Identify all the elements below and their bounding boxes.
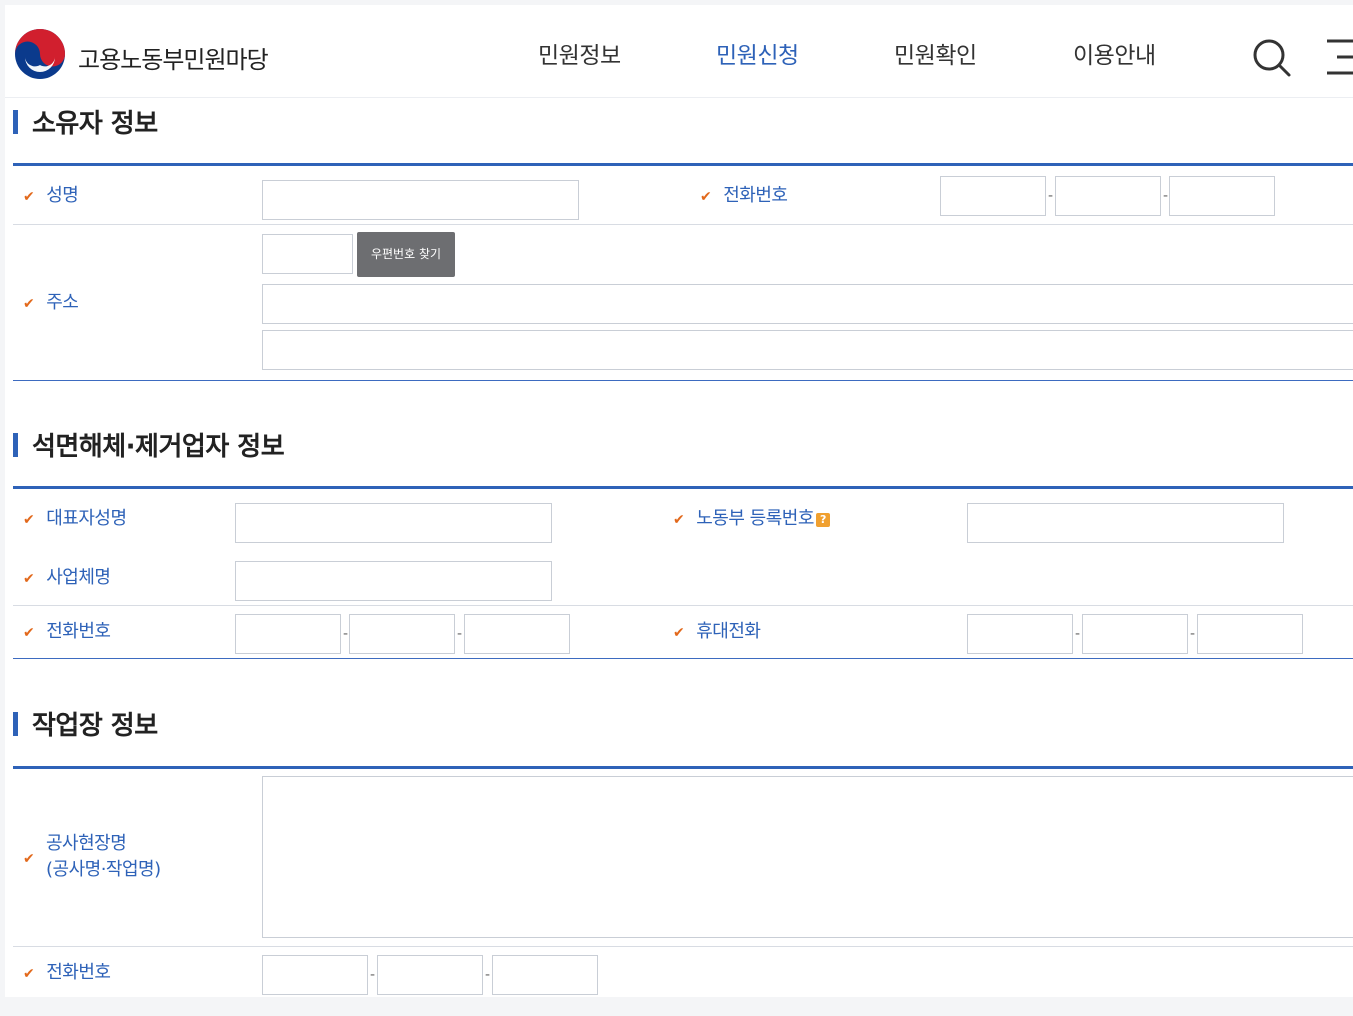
contractor-phone-2-input[interactable] bbox=[349, 614, 455, 654]
contractor-phone-1-input[interactable] bbox=[235, 614, 341, 654]
required-check-icon: ✔ bbox=[23, 851, 35, 867]
address-line1-input[interactable] bbox=[262, 284, 1353, 324]
rep-name-input[interactable] bbox=[235, 503, 552, 543]
phone-separator: - bbox=[457, 626, 463, 642]
required-check-icon: ✔ bbox=[23, 571, 35, 587]
phone-separator: - bbox=[1163, 188, 1169, 204]
required-check-icon: ✔ bbox=[673, 625, 685, 641]
required-check-icon: ✔ bbox=[673, 512, 685, 528]
contractor-section-title: 석면해체·제거업자 정보 bbox=[13, 426, 285, 463]
site-header: 고용노동부민원마당 민원정보 민원신청 민원확인 이용안내 bbox=[5, 5, 1353, 98]
mobile-1-input[interactable] bbox=[967, 614, 1073, 654]
business-name-input[interactable] bbox=[235, 561, 552, 601]
required-check-icon: ✔ bbox=[23, 189, 35, 205]
reg-number-label: ✔ 노동부 등록번호? bbox=[673, 506, 830, 533]
nav-item-apply[interactable]: 민원신청 bbox=[716, 36, 799, 70]
title-bar bbox=[13, 110, 18, 134]
owner-name-input[interactable] bbox=[262, 180, 579, 220]
divider bbox=[13, 486, 1353, 489]
required-check-icon: ✔ bbox=[23, 966, 35, 982]
owner-phone-3-input[interactable] bbox=[1169, 176, 1275, 216]
divider bbox=[13, 658, 1353, 659]
menu-icon[interactable] bbox=[1323, 35, 1353, 79]
phone-separator: - bbox=[370, 967, 376, 983]
divider bbox=[13, 946, 1353, 947]
required-check-icon: ✔ bbox=[23, 512, 35, 528]
required-check-icon: ✔ bbox=[23, 296, 35, 312]
site-name-label: 공사현장명 (공사명·작업명) bbox=[46, 833, 161, 880]
required-check-icon: ✔ bbox=[700, 189, 712, 205]
site-name-check: ✔ bbox=[23, 845, 46, 872]
government-logo-icon[interactable] bbox=[13, 27, 67, 81]
business-name-label: ✔ 사업체명 bbox=[23, 565, 111, 592]
required-check-icon: ✔ bbox=[23, 625, 35, 641]
divider bbox=[13, 163, 1353, 166]
owner-phone-1-input[interactable] bbox=[940, 176, 1046, 216]
worksite-phone-3-input[interactable] bbox=[492, 955, 598, 995]
worksite-phone-1-input[interactable] bbox=[262, 955, 368, 995]
divider bbox=[13, 766, 1353, 769]
worksite-phone-2-input[interactable] bbox=[377, 955, 483, 995]
help-icon[interactable]: ? bbox=[815, 513, 830, 527]
phone-separator: - bbox=[1075, 626, 1081, 642]
title-bar bbox=[13, 433, 18, 457]
nav-item-check[interactable]: 민원확인 bbox=[894, 36, 977, 70]
reg-number-input[interactable] bbox=[967, 503, 1284, 543]
owner-address-label: ✔ 주소 bbox=[23, 290, 79, 317]
find-zipcode-button[interactable]: 우편번호 찾기 bbox=[357, 232, 455, 277]
contractor-phone-3-input[interactable] bbox=[464, 614, 570, 654]
site-name[interactable]: 고용노동부민원마당 bbox=[78, 40, 269, 75]
owner-phone-label: ✔ 전화번호 bbox=[700, 183, 788, 210]
mobile-2-input[interactable] bbox=[1082, 614, 1188, 654]
owner-phone-2-input[interactable] bbox=[1055, 176, 1161, 216]
phone-separator: - bbox=[1190, 626, 1196, 642]
divider bbox=[13, 605, 1353, 606]
contractor-phone-label: ✔ 전화번호 bbox=[23, 619, 111, 646]
owner-name-label: ✔ 성명 bbox=[23, 183, 79, 210]
mobile-label: ✔ 휴대전화 bbox=[673, 619, 761, 646]
nav-item-info[interactable]: 민원정보 bbox=[538, 36, 621, 70]
title-bar bbox=[13, 712, 18, 736]
owner-section-title: 소유자 정보 bbox=[13, 103, 158, 140]
worksite-phone-label: ✔ 전화번호 bbox=[23, 960, 111, 987]
worksite-section-title: 작업장 정보 bbox=[13, 705, 158, 742]
search-icon[interactable] bbox=[1249, 35, 1293, 79]
rep-name-label: ✔ 대표자성명 bbox=[23, 506, 127, 533]
site-name-textarea[interactable] bbox=[262, 776, 1353, 938]
phone-separator: - bbox=[1048, 188, 1054, 204]
nav-item-guide[interactable]: 이용안내 bbox=[1073, 36, 1156, 70]
address-line2-input[interactable] bbox=[262, 330, 1353, 370]
page: 고용노동부민원마당 민원정보 민원신청 민원확인 이용안내 소유자 정보 ✔ 성명… bbox=[5, 5, 1353, 1016]
bottom-strip bbox=[5, 997, 1353, 1016]
mobile-3-input[interactable] bbox=[1197, 614, 1303, 654]
zipcode-input[interactable] bbox=[262, 234, 353, 274]
divider bbox=[13, 380, 1353, 381]
phone-separator: - bbox=[485, 967, 491, 983]
divider bbox=[13, 224, 1353, 225]
phone-separator: - bbox=[343, 626, 349, 642]
